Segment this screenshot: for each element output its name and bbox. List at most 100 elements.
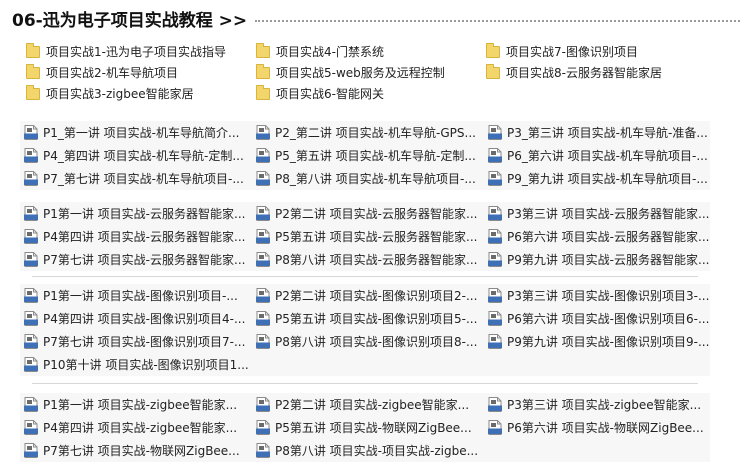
- video-file-label: P4第四讲 项目实战-图像识别项目4-...: [43, 312, 246, 326]
- folder-icon: [256, 63, 270, 79]
- video-file-item[interactable]: P3第三讲 项目实战-云服务器智能家...: [484, 202, 710, 225]
- folder-item[interactable]: 项目实战4-门禁系统: [256, 41, 486, 62]
- folder-item[interactable]: 项目实战3-zigbee智能家居: [26, 83, 256, 104]
- mp4-video-file-icon: [256, 148, 270, 163]
- video-file-label: P9_第九讲 项目实战-机车导航项目-...: [507, 172, 708, 186]
- video-file-item[interactable]: P1第一讲 项目实战-云服务器智能家...: [20, 202, 252, 225]
- folder-item[interactable]: 项目实战1-迅为电子项目实战指导: [26, 41, 256, 62]
- video-file-item[interactable]: P8_第八讲 项目实战-机车导航项目-...: [252, 167, 484, 190]
- video-file-item[interactable]: P7_第七讲 项目实战-机车导航项目-...: [20, 167, 252, 190]
- mp4-video-file-icon: [24, 334, 38, 349]
- folder-icon: [256, 84, 270, 100]
- video-file-item[interactable]: P6第六讲 项目实战-图像识别项目6-...: [484, 307, 710, 330]
- folder-label: 项目实战3-zigbee智能家居: [46, 87, 194, 101]
- mp4-video-file-icon: [488, 148, 502, 163]
- mp4-video-file-icon: [24, 171, 38, 186]
- mp4-video-file-icon: [488, 206, 502, 221]
- section-title: 06-迅为电子项目实战教程 >>: [12, 10, 248, 31]
- video-file-label: P8第八讲 项目实战-云服务器智能家...: [275, 253, 478, 267]
- folder-item[interactable]: 项目实战5-web服务及远程控制: [256, 62, 486, 83]
- video-file-item[interactable]: P8第八讲 项目实战-图像识别项目8-...: [252, 330, 484, 353]
- folder-item[interactable]: 项目实战6-智能网关: [256, 83, 486, 104]
- video-file-label: P4_第四讲 项目实战-机车导航-定制...: [43, 149, 244, 163]
- folder-label: 项目实战4-门禁系统: [276, 45, 384, 59]
- video-file-label: P7_第七讲 项目实战-机车导航项目-...: [43, 172, 244, 186]
- video-file-label: P8第八讲 项目实战-项目实战-zigbe...: [275, 444, 479, 458]
- video-file-item[interactable]: P8第八讲 项目实战-项目实战-zigbe...: [252, 439, 484, 462]
- video-file-label: P2_第二讲 项目实战-机车导航-GPS...: [275, 126, 476, 140]
- mp4-video-file-icon: [256, 420, 270, 435]
- folder-icon: [486, 63, 500, 79]
- video-file-item[interactable]: P4第四讲 项目实战-zigbee智能家...: [20, 416, 252, 439]
- folder-item[interactable]: 项目实战7-图像识别项目: [486, 41, 716, 62]
- video-file-label: P1_第一讲 项目实战-机车导航简介...: [43, 126, 240, 140]
- video-file-item[interactable]: P7第七讲 项目实战-云服务器智能家...: [20, 248, 252, 271]
- mp4-video-file-icon: [256, 229, 270, 244]
- video-file-item[interactable]: P5第五讲 项目实战-物联网ZigBee...: [252, 416, 484, 439]
- video-file-item[interactable]: P2第二讲 项目实战-图像识别项目2-...: [252, 284, 484, 307]
- mp4-video-file-icon: [256, 252, 270, 267]
- video-file-item[interactable]: P8第八讲 项目实战-云服务器智能家...: [252, 248, 484, 271]
- folder-item[interactable]: 项目实战2-机车导航项目: [26, 62, 256, 83]
- mp4-video-file-icon: [256, 206, 270, 221]
- video-file-item[interactable]: P1第一讲 项目实战-图像识别项目-...: [20, 284, 252, 307]
- video-file-item[interactable]: P5_第五讲 项目实战-机车导航-定制...: [252, 144, 484, 167]
- mp4-video-file-icon: [256, 397, 270, 412]
- video-file-item[interactable]: P2第二讲 项目实战-zigbee智能家...: [252, 393, 484, 416]
- video-file-item[interactable]: P2第二讲 项目实战-云服务器智能家...: [252, 202, 484, 225]
- video-file-item[interactable]: P6_第六讲 项目实战-机车导航项目-...: [484, 144, 710, 167]
- video-file-item[interactable]: P4第四讲 项目实战-图像识别项目4-...: [20, 307, 252, 330]
- video-file-label: P10第十讲 项目实战-图像识别项目1...: [43, 358, 249, 372]
- video-file-label: P6第六讲 项目实战-物联网ZigBee...: [507, 421, 704, 435]
- file-group-3: P1第一讲 项目实战-图像识别项目-... P2第二讲 项目实战-图像识别项目2-…: [20, 284, 710, 376]
- mp4-video-file-icon: [488, 334, 502, 349]
- video-file-label: P2第二讲 项目实战-图像识别项目2-...: [275, 289, 478, 303]
- folder-icon: [26, 63, 40, 79]
- mp4-video-file-icon: [24, 357, 38, 372]
- video-file-item[interactable]: P5第五讲 项目实战-云服务器智能家...: [252, 225, 484, 248]
- video-file-label: P5_第五讲 项目实战-机车导航-定制...: [275, 149, 476, 163]
- video-file-label: P2第二讲 项目实战-云服务器智能家...: [275, 207, 478, 221]
- video-file-item[interactable]: P6第六讲 项目实战-云服务器智能家...: [484, 225, 710, 248]
- video-file-label: P8第八讲 项目实战-图像识别项目8-...: [275, 335, 478, 349]
- folder-label: 项目实战6-智能网关: [276, 87, 384, 101]
- video-file-item[interactable]: P3第三讲 项目实战-zigbee智能家...: [484, 393, 710, 416]
- file-group-4: P1第一讲 项目实战-zigbee智能家... P2第二讲 项目实战-zigbee…: [20, 393, 710, 462]
- video-file-label: P1第一讲 项目实战-图像识别项目-...: [43, 289, 238, 303]
- video-file-item[interactable]: P4第四讲 项目实战-云服务器智能家...: [20, 225, 252, 248]
- mp4-video-file-icon: [488, 420, 502, 435]
- video-file-item[interactable]: P4_第四讲 项目实战-机车导航-定制...: [20, 144, 252, 167]
- mp4-video-file-icon: [488, 311, 502, 326]
- video-file-item[interactable]: P5第五讲 项目实战-图像识别项目5-...: [252, 307, 484, 330]
- folder-icon: [486, 42, 500, 58]
- mp4-video-file-icon: [256, 443, 270, 458]
- video-file-item[interactable]: P9_第九讲 项目实战-机车导航项目-...: [484, 167, 710, 190]
- video-file-item[interactable]: P2_第二讲 项目实战-机车导航-GPS...: [252, 121, 484, 144]
- video-file-item[interactable]: P9第九讲 项目实战-图像识别项目9-...: [484, 330, 710, 353]
- mp4-video-file-icon: [24, 125, 38, 140]
- video-file-item[interactable]: P1第一讲 项目实战-zigbee智能家...: [20, 393, 252, 416]
- video-file-item[interactable]: P3_第三讲 项目实战-机车导航-准备...: [484, 121, 710, 144]
- folder-icon: [26, 84, 40, 100]
- folder-icon: [26, 42, 40, 58]
- video-file-item[interactable]: P9第九讲 项目实战-云服务器智能家...: [484, 248, 710, 271]
- folder-item[interactable]: 项目实战8-云服务器智能家居: [486, 62, 716, 83]
- mp4-video-file-icon: [24, 397, 38, 412]
- mp4-video-file-icon: [24, 148, 38, 163]
- mp4-video-file-icon: [488, 229, 502, 244]
- mp4-video-file-icon: [24, 288, 38, 303]
- video-file-item[interactable]: P1_第一讲 项目实战-机车导航简介...: [20, 121, 252, 144]
- video-file-label: P5第五讲 项目实战-云服务器智能家...: [275, 230, 478, 244]
- video-file-item[interactable]: P3第三讲 项目实战-图像识别项目3-...: [484, 284, 710, 307]
- video-file-label: P5第五讲 项目实战-图像识别项目5-...: [275, 312, 478, 326]
- video-file-label: P2第二讲 项目实战-zigbee智能家...: [275, 398, 470, 412]
- video-file-label: P7第七讲 项目实战-图像识别项目7-...: [43, 335, 246, 349]
- file-group-1: P1_第一讲 项目实战-机车导航简介... P2_第二讲 项目实战-机车导航-GP…: [20, 121, 710, 190]
- video-file-item[interactable]: P10第十讲 项目实战-图像识别项目1...: [20, 353, 252, 376]
- video-file-item[interactable]: P6第六讲 项目实战-物联网ZigBee...: [484, 416, 710, 439]
- video-file-label: P4第四讲 项目实战-zigbee智能家...: [43, 421, 238, 435]
- video-file-item[interactable]: P7第七讲 项目实战-物联网ZigBee...: [20, 439, 252, 462]
- mp4-video-file-icon: [256, 334, 270, 349]
- video-file-item[interactable]: P7第七讲 项目实战-图像识别项目7-...: [20, 330, 252, 353]
- video-file-label: P7第七讲 项目实战-物联网ZigBee...: [43, 444, 240, 458]
